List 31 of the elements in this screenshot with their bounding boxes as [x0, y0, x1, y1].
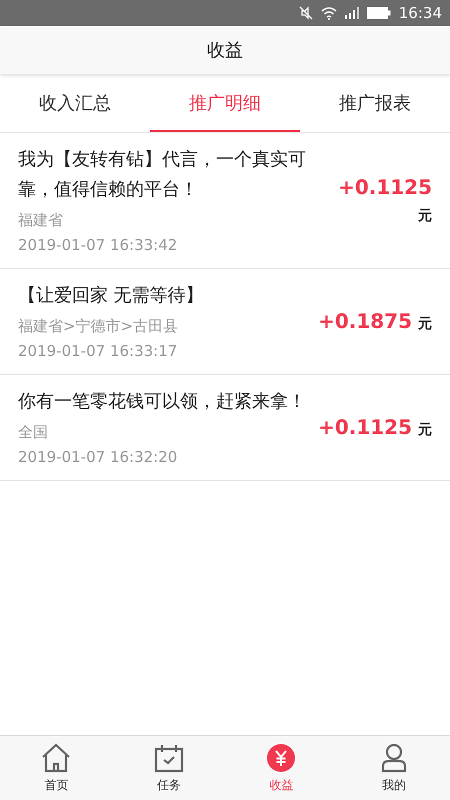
mute-icon — [298, 6, 313, 20]
record-time: 2019-01-07 16:33:17 — [18, 342, 178, 360]
status-time: 16:34 — [398, 4, 442, 22]
battery-icon — [366, 7, 391, 19]
currency-unit: 元 — [418, 420, 432, 438]
record-amount: +0.1125 — [318, 414, 412, 438]
calendar-check-icon — [152, 742, 185, 772]
record-time: 2019-01-07 16:32:20 — [18, 448, 178, 466]
nav-item[interactable]: 任务 — [112, 736, 225, 800]
record-time: 2019-01-07 16:33:42 — [18, 236, 178, 254]
record-region: 福建省>宁德市>古田县 — [18, 317, 180, 336]
currency-unit: 元 — [418, 206, 432, 224]
yuan-icon — [266, 742, 296, 772]
record-region: 福建省 — [18, 211, 64, 230]
record-amount: +0.1875 — [318, 308, 412, 332]
nav-item[interactable]: 收益 — [225, 736, 338, 800]
wifi-icon — [320, 6, 337, 20]
home-icon — [40, 742, 72, 772]
record-amount: +0.1125 — [338, 174, 432, 198]
nav-item[interactable]: 我的 — [338, 736, 450, 800]
tab[interactable]: 推广报表 — [300, 76, 450, 132]
currency-unit: 元 — [418, 314, 432, 332]
nav-item[interactable]: 首页 — [0, 736, 112, 800]
tab[interactable]: 收入汇总 — [0, 76, 150, 132]
record-title: 我为【友转有钻】代言，一个真实可靠，值得信赖的平台！ — [18, 148, 307, 202]
record-title: 你有一笔零花钱可以领，赶紧来拿！ — [18, 390, 306, 414]
record-title: 【让爱回家 无需等待】 — [18, 284, 204, 308]
tab[interactable]: 推广明细 — [150, 76, 300, 132]
page-title: 收益 — [207, 39, 243, 62]
signal-icon — [344, 7, 359, 19]
record-region: 全国 — [18, 423, 49, 442]
